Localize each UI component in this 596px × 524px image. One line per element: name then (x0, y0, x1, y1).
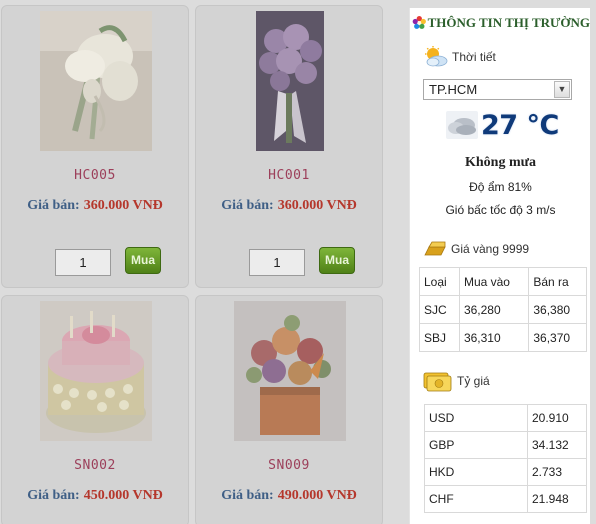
table-row: GBP 34.132 (424, 431, 587, 459)
currency-code: USD (424, 404, 528, 432)
sun-cloud-icon (425, 46, 448, 67)
product-card[interactable]: SN009 Giá bán: 490.000 VNĐ (195, 295, 383, 524)
table-header-row: Loại Mua vào Bán ra (419, 267, 587, 296)
money-icon (423, 372, 452, 392)
currency-code: GBP (424, 431, 528, 459)
product-code: SN002 (74, 458, 116, 473)
gold-section-label: Giá vàng 9999 (423, 241, 529, 257)
panel-title: THÔNG TIN THỊ TRƯỜNG (427, 15, 590, 30)
table-row: SBJ 36,310 36,370 (419, 323, 587, 352)
gold-sell-price: 36,380 (528, 295, 587, 324)
product-code: HC001 (268, 168, 310, 183)
exchange-section-label: Tỷ giá (423, 370, 490, 392)
exchange-rate: 20.910 (527, 404, 587, 432)
gold-type: SBJ (419, 323, 460, 352)
price-value: 450.000 VNĐ (83, 488, 163, 503)
product-card[interactable]: HC001 Giá bán: 360.000 VNĐ 1 Mua (195, 5, 383, 288)
exchange-rate: 2.733 (527, 458, 587, 486)
price-value: 490.000 VNĐ (277, 488, 357, 503)
city-select[interactable]: TP.HCM ▼ (423, 79, 572, 100)
price-value: 360.000 VNĐ (83, 198, 163, 213)
gold-bar-icon (424, 241, 446, 256)
column-header: Bán ra (528, 267, 587, 296)
gold-label: Giá vàng 9999 (451, 242, 530, 256)
cloudy-icon (446, 111, 478, 139)
city-select-value: TP.HCM (429, 82, 478, 97)
currency-code: HKD (424, 458, 528, 486)
quantity-input[interactable]: 1 (249, 249, 305, 276)
wind-text: Gió bấc tốc độ 3 m/s (445, 203, 556, 217)
price-label: Giá bán: (27, 488, 80, 503)
product-code: SN009 (268, 458, 310, 473)
gold-price-table: Loại Mua vào Bán ra SJC 36,280 36,380 SB… (419, 267, 587, 352)
price-label: Giá bán: (221, 488, 274, 503)
product-card[interactable]: HC005 Giá bán: 360.000 VNĐ 1 Mua (1, 5, 189, 288)
table-row: CHF 21.948 (424, 485, 587, 513)
weather-condition: Không mưa (464, 155, 537, 170)
product-image-purple-rose[interactable] (256, 11, 324, 151)
product-card[interactable]: SN002 Giá bán: 450.000 VNĐ (1, 295, 189, 524)
product-code: HC005 (74, 168, 116, 183)
currency-code: CHF (424, 485, 528, 513)
product-image-white-orchid[interactable] (40, 11, 152, 151)
product-price: Giá bán: 490.000 VNĐ (196, 488, 382, 504)
market-info-panel: THÔNG TIN THỊ TRƯỜNG Thời tiết TP.HCM ▼ … (409, 8, 590, 524)
table-row: USD 20.910 (424, 404, 587, 432)
buy-button[interactable]: Mua (319, 247, 355, 274)
panel-header: THÔNG TIN THỊ TRƯỜNG (412, 11, 590, 35)
gold-sell-price: 36,370 (528, 323, 587, 352)
temperature-row: 27 °C (446, 108, 559, 142)
product-image-flower-cake[interactable] (40, 301, 152, 441)
quantity-input[interactable]: 1 (55, 249, 111, 276)
price-value: 360.000 VNĐ (277, 198, 357, 213)
gold-buy-price: 36,310 (458, 323, 530, 352)
product-price: Giá bán: 360.000 VNĐ (196, 198, 382, 214)
exchange-rate: 34.132 (527, 431, 587, 459)
weather-section-label: Thời tiết (424, 46, 496, 68)
table-row: HKD 2.733 (424, 458, 587, 486)
gold-type: SJC (419, 295, 460, 324)
price-label: Giá bán: (221, 198, 274, 213)
column-header: Mua vào (458, 267, 530, 296)
temperature-value: 27 °C (481, 109, 559, 141)
exchange-rate-table: USD 20.910 GBP 34.132 HKD 2.733 CHF 21.9… (424, 404, 587, 513)
buy-button[interactable]: Mua (125, 247, 161, 274)
exchange-rate: 21.948 (527, 485, 587, 513)
weather-label: Thời tiết (452, 50, 496, 64)
price-label: Giá bán: (27, 198, 80, 213)
product-image-flower-box[interactable] (234, 301, 346, 441)
humidity-text: Độ ẩm 81% (469, 180, 532, 194)
exchange-label: Tỷ giá (457, 374, 490, 388)
flower-logo-icon (412, 16, 426, 29)
product-price: Giá bán: 360.000 VNĐ (2, 198, 188, 214)
column-header: Loại (419, 267, 460, 296)
table-row: SJC 36,280 36,380 (419, 295, 587, 324)
gold-buy-price: 36,280 (458, 295, 530, 324)
chevron-down-icon[interactable]: ▼ (554, 81, 570, 98)
product-price: Giá bán: 450.000 VNĐ (2, 488, 188, 504)
